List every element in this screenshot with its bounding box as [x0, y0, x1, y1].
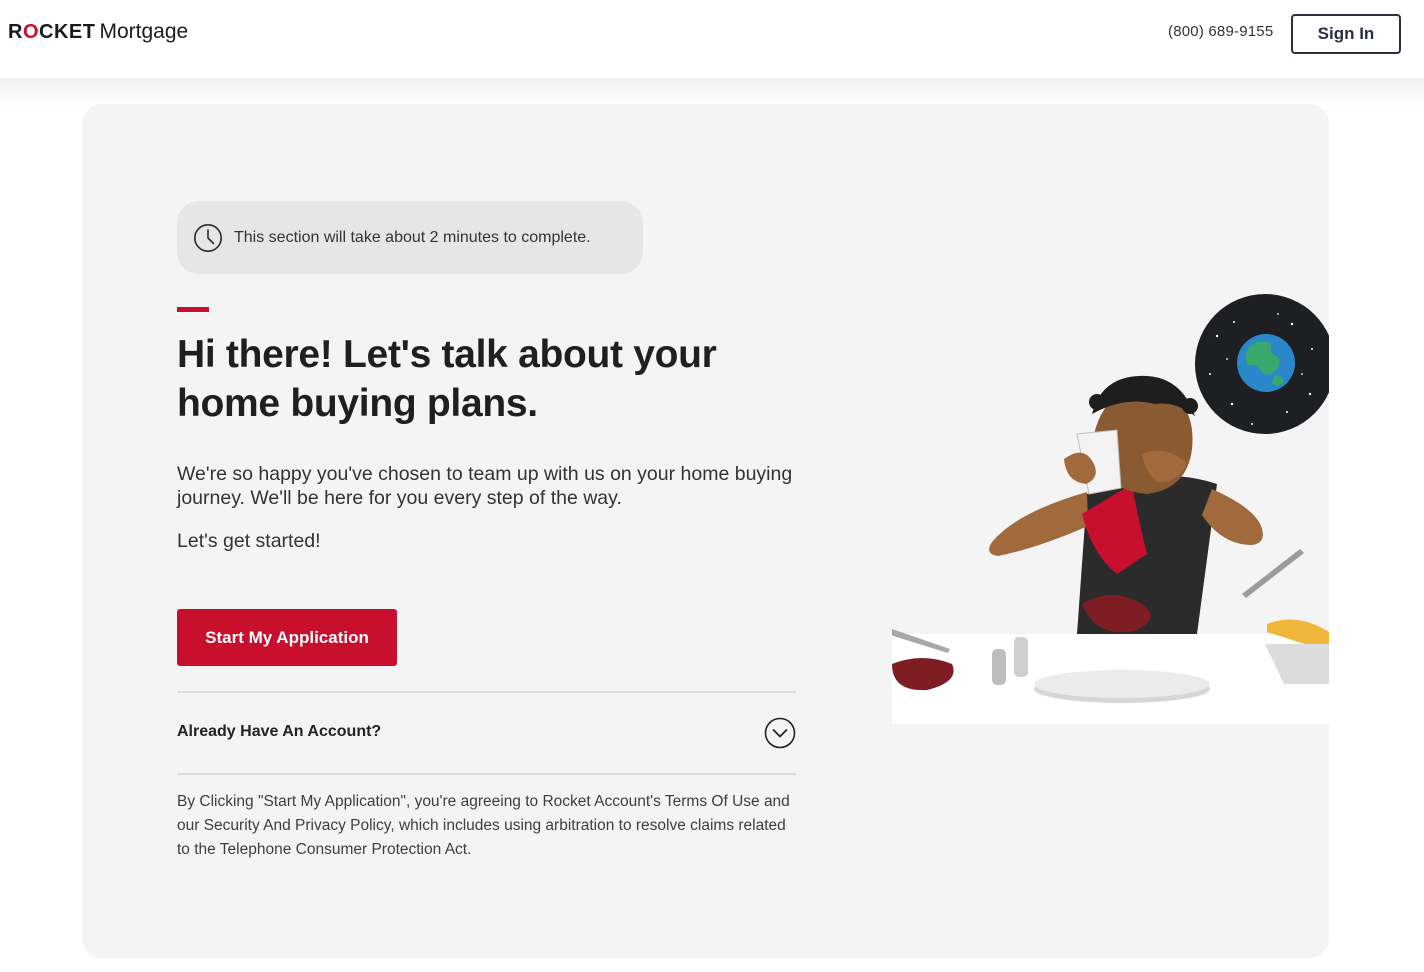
- phone-number-link[interactable]: (800) 689-9155: [1168, 23, 1273, 40]
- rocket-mortgage-logo[interactable]: ROCKET Mortgage: [8, 20, 188, 48]
- start-application-button[interactable]: Start My Application: [177, 609, 397, 666]
- sign-in-button[interactable]: Sign In: [1291, 14, 1401, 54]
- already-have-account-accordion[interactable]: Already Have An Account?: [177, 692, 796, 774]
- logo-wordmark-mortgage: Mortgage: [99, 20, 189, 43]
- clock-icon: [194, 223, 222, 252]
- lets-get-started-text: Let's get started!: [177, 530, 321, 552]
- accent-bar: [177, 307, 209, 312]
- intro-card: This section will take about 2 minutes t…: [82, 104, 1329, 958]
- legal-disclaimer: By Clicking "Start My Application", you'…: [177, 793, 790, 858]
- intro-paragraph: We're so happy you've chosen to team up …: [177, 463, 793, 509]
- chevron-down-circle-icon[interactable]: [764, 717, 796, 749]
- divider-bottom: [177, 773, 796, 775]
- time-estimate-text: This section will take about 2 minutes t…: [234, 228, 591, 246]
- already-have-account-label: Already Have An Account?: [177, 723, 382, 740]
- earth-space-bubble: [1195, 294, 1329, 434]
- person-eating-illustration: [892, 294, 1329, 724]
- time-estimate-notice: This section will take about 2 minutes t…: [177, 201, 643, 274]
- logo-wordmark-rocket: ROCKET: [8, 21, 96, 43]
- page-title: Hi there! Let's talk about your home buy…: [177, 333, 717, 425]
- site-header: ROCKET Mortgage (800) 689-9155 Sign In: [0, 0, 1424, 78]
